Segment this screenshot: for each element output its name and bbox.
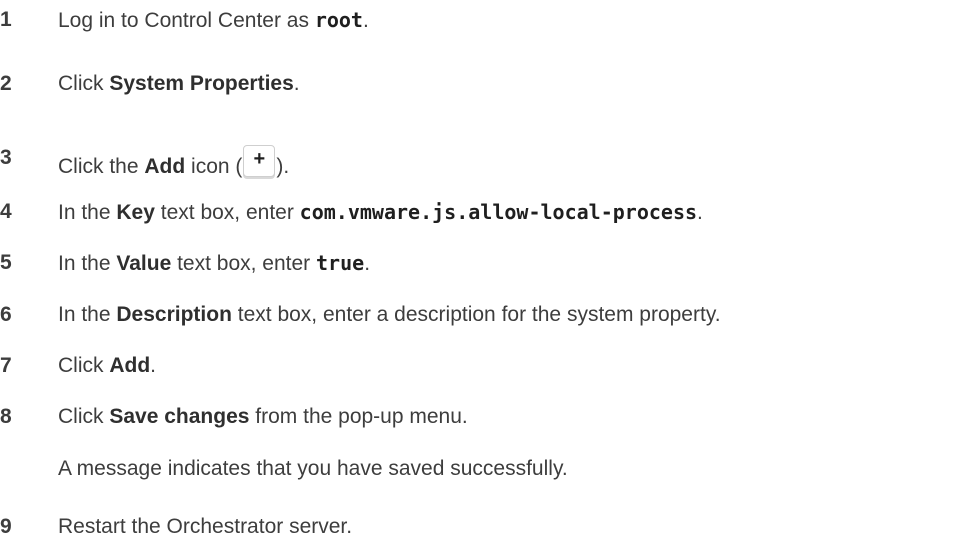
step-number: 6: [0, 303, 12, 326]
step-number: 5: [0, 251, 12, 274]
step-text: Click Save changes from the pop-up menu.: [58, 405, 468, 428]
ui-label-save-changes: Save changes: [109, 405, 250, 428]
step-text: Click the Add icon (+).: [58, 145, 289, 180]
step-number: 8: [0, 405, 12, 428]
step-number: 3: [0, 146, 12, 169]
ui-label-description: Description: [116, 303, 232, 326]
code-true: true: [316, 251, 365, 275]
step-number: 1: [0, 8, 12, 31]
ui-label-key: Key: [116, 201, 155, 224]
code-root: root: [314, 8, 363, 32]
step-number: 7: [0, 354, 12, 377]
step-number: 2: [0, 72, 12, 95]
step-text: In the Value text box, enter true.: [58, 251, 371, 275]
ui-label-system-properties: System Properties: [109, 72, 294, 95]
step-text: Click Add.: [58, 354, 157, 377]
step-text: In the Description text box, enter a des…: [58, 303, 721, 326]
add-icon-button-image: +: [243, 145, 276, 177]
step-text: In the Key text box, enter com.vmware.js…: [58, 200, 703, 224]
step-text: Log in to Control Center as root.: [58, 8, 369, 32]
ui-label-add: Add: [109, 354, 151, 377]
code-property-key: com.vmware.js.allow-local-process: [299, 200, 698, 224]
ui-label-value: Value: [116, 252, 172, 275]
plus-icon: +: [253, 148, 266, 170]
step-number: 4: [0, 200, 12, 223]
step-text: Restart the Orchestrator server.: [58, 515, 353, 538]
step-text: Click System Properties.: [58, 72, 300, 95]
step-8-result: A message indicates that you have saved …: [58, 457, 568, 480]
ui-label-add: Add: [144, 155, 186, 178]
step-number: 9: [0, 515, 12, 538]
